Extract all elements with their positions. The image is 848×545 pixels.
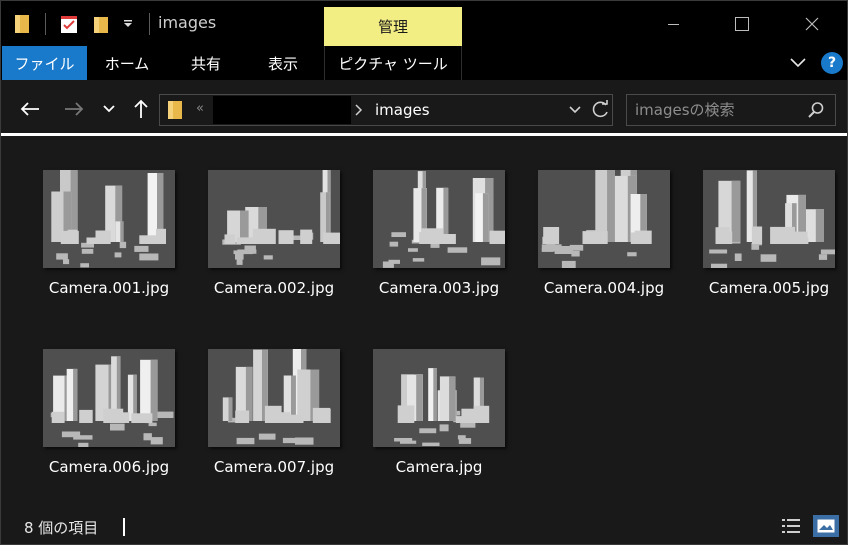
- refresh-icon[interactable]: [591, 100, 611, 120]
- file-name: Camera.007.jpg: [213, 458, 335, 476]
- file-item[interactable]: Camera.003.jpg: [356, 159, 516, 309]
- folder-icon[interactable]: [11, 11, 33, 37]
- navigation-bar: « images: [1, 80, 847, 136]
- file-name: Camera.001.jpg: [48, 279, 170, 297]
- minimize-button[interactable]: [651, 1, 697, 46]
- close-button[interactable]: [789, 1, 835, 46]
- file-item[interactable]: Camera.005.jpg: [686, 159, 846, 309]
- file-thumbnail: [373, 170, 505, 268]
- file-explorer-window: images 管理 ファイル ホーム 共有 表示 ピクチャ ツール ? « im…: [0, 0, 848, 545]
- file-name: Camera.jpg: [395, 458, 483, 476]
- context-tab-manage[interactable]: 管理: [324, 7, 462, 46]
- maximize-button[interactable]: [719, 1, 765, 46]
- title-bar: images 管理: [1, 1, 847, 46]
- breadcrumb-images[interactable]: images: [375, 101, 430, 119]
- window-title: images: [158, 13, 217, 32]
- chevron-down-icon: [103, 105, 115, 113]
- help-icon[interactable]: ?: [821, 52, 843, 74]
- forward-button[interactable]: [59, 96, 89, 122]
- large-icons-view-icon: [817, 519, 835, 533]
- recent-locations-button[interactable]: [99, 96, 119, 122]
- status-bar: 8 個の項目: [1, 508, 847, 544]
- arrow-up-icon: [134, 99, 148, 118]
- large-icons-view-button[interactable]: [813, 515, 839, 537]
- back-button[interactable]: [15, 96, 45, 122]
- folder-icon: [168, 101, 182, 119]
- expand-ribbon-button[interactable]: [787, 53, 809, 73]
- quick-access-separator: [45, 13, 46, 35]
- file-thumbnail: [538, 170, 670, 268]
- tab-view[interactable]: 表示: [248, 46, 318, 80]
- search-box: [626, 94, 836, 126]
- file-thumbnail: [208, 349, 340, 447]
- file-name: Camera.006.jpg: [48, 458, 170, 476]
- up-button[interactable]: [127, 96, 155, 122]
- search-icon[interactable]: [807, 101, 825, 119]
- new-folder-icon[interactable]: [90, 11, 112, 37]
- maximize-icon: [735, 16, 749, 31]
- ribbon-tab-bar: ファイル ホーム 共有 表示 ピクチャ ツール ?: [1, 46, 847, 80]
- file-thumbnail: [703, 170, 835, 268]
- tab-share[interactable]: 共有: [172, 46, 240, 80]
- file-thumbnail: [208, 170, 340, 268]
- text-caret: [123, 518, 125, 536]
- file-name: Camera.002.jpg: [213, 279, 335, 297]
- file-name: Camera.003.jpg: [378, 279, 500, 297]
- chevron-down-icon[interactable]: [567, 102, 583, 118]
- arrow-right-icon: [65, 102, 84, 116]
- item-count: 8 個の項目: [24, 519, 99, 537]
- redacted-path-segment: [213, 96, 351, 124]
- address-bar[interactable]: « images: [159, 94, 613, 126]
- file-item[interactable]: Camera.002.jpg: [191, 159, 351, 309]
- chevron-right-icon[interactable]: [354, 103, 364, 117]
- title-separator: [149, 13, 150, 35]
- file-item[interactable]: Camera.004.jpg: [521, 159, 681, 309]
- details-view-icon: [782, 519, 800, 533]
- minimize-icon: [668, 23, 679, 25]
- tab-picture-tools[interactable]: ピクチャ ツール: [324, 46, 462, 80]
- properties-icon[interactable]: [58, 11, 80, 37]
- file-thumbnail: [373, 349, 505, 447]
- file-list-view: Camera.001.jpg Camera.002.jpg Camera.003.j…: [1, 139, 847, 508]
- search-input[interactable]: [635, 99, 800, 121]
- close-icon: [805, 17, 819, 30]
- file-item[interactable]: Camera.001.jpg: [26, 159, 186, 309]
- file-name: Camera.004.jpg: [543, 279, 665, 297]
- tab-home[interactable]: ホーム: [89, 46, 165, 80]
- customize-dropdown-icon[interactable]: [119, 11, 137, 37]
- file-thumbnail: [43, 349, 175, 447]
- tab-file[interactable]: ファイル: [2, 46, 87, 80]
- file-thumbnail: [43, 170, 175, 268]
- file-item[interactable]: Camera.jpg: [356, 338, 516, 488]
- file-item[interactable]: Camera.007.jpg: [191, 338, 351, 488]
- address-overflow-chevron[interactable]: «: [196, 101, 204, 116]
- file-name: Camera.005.jpg: [708, 279, 830, 297]
- arrow-left-icon: [20, 102, 39, 116]
- chevron-down-icon: [790, 58, 806, 68]
- details-view-button[interactable]: [780, 516, 802, 536]
- file-item[interactable]: Camera.006.jpg: [26, 338, 186, 488]
